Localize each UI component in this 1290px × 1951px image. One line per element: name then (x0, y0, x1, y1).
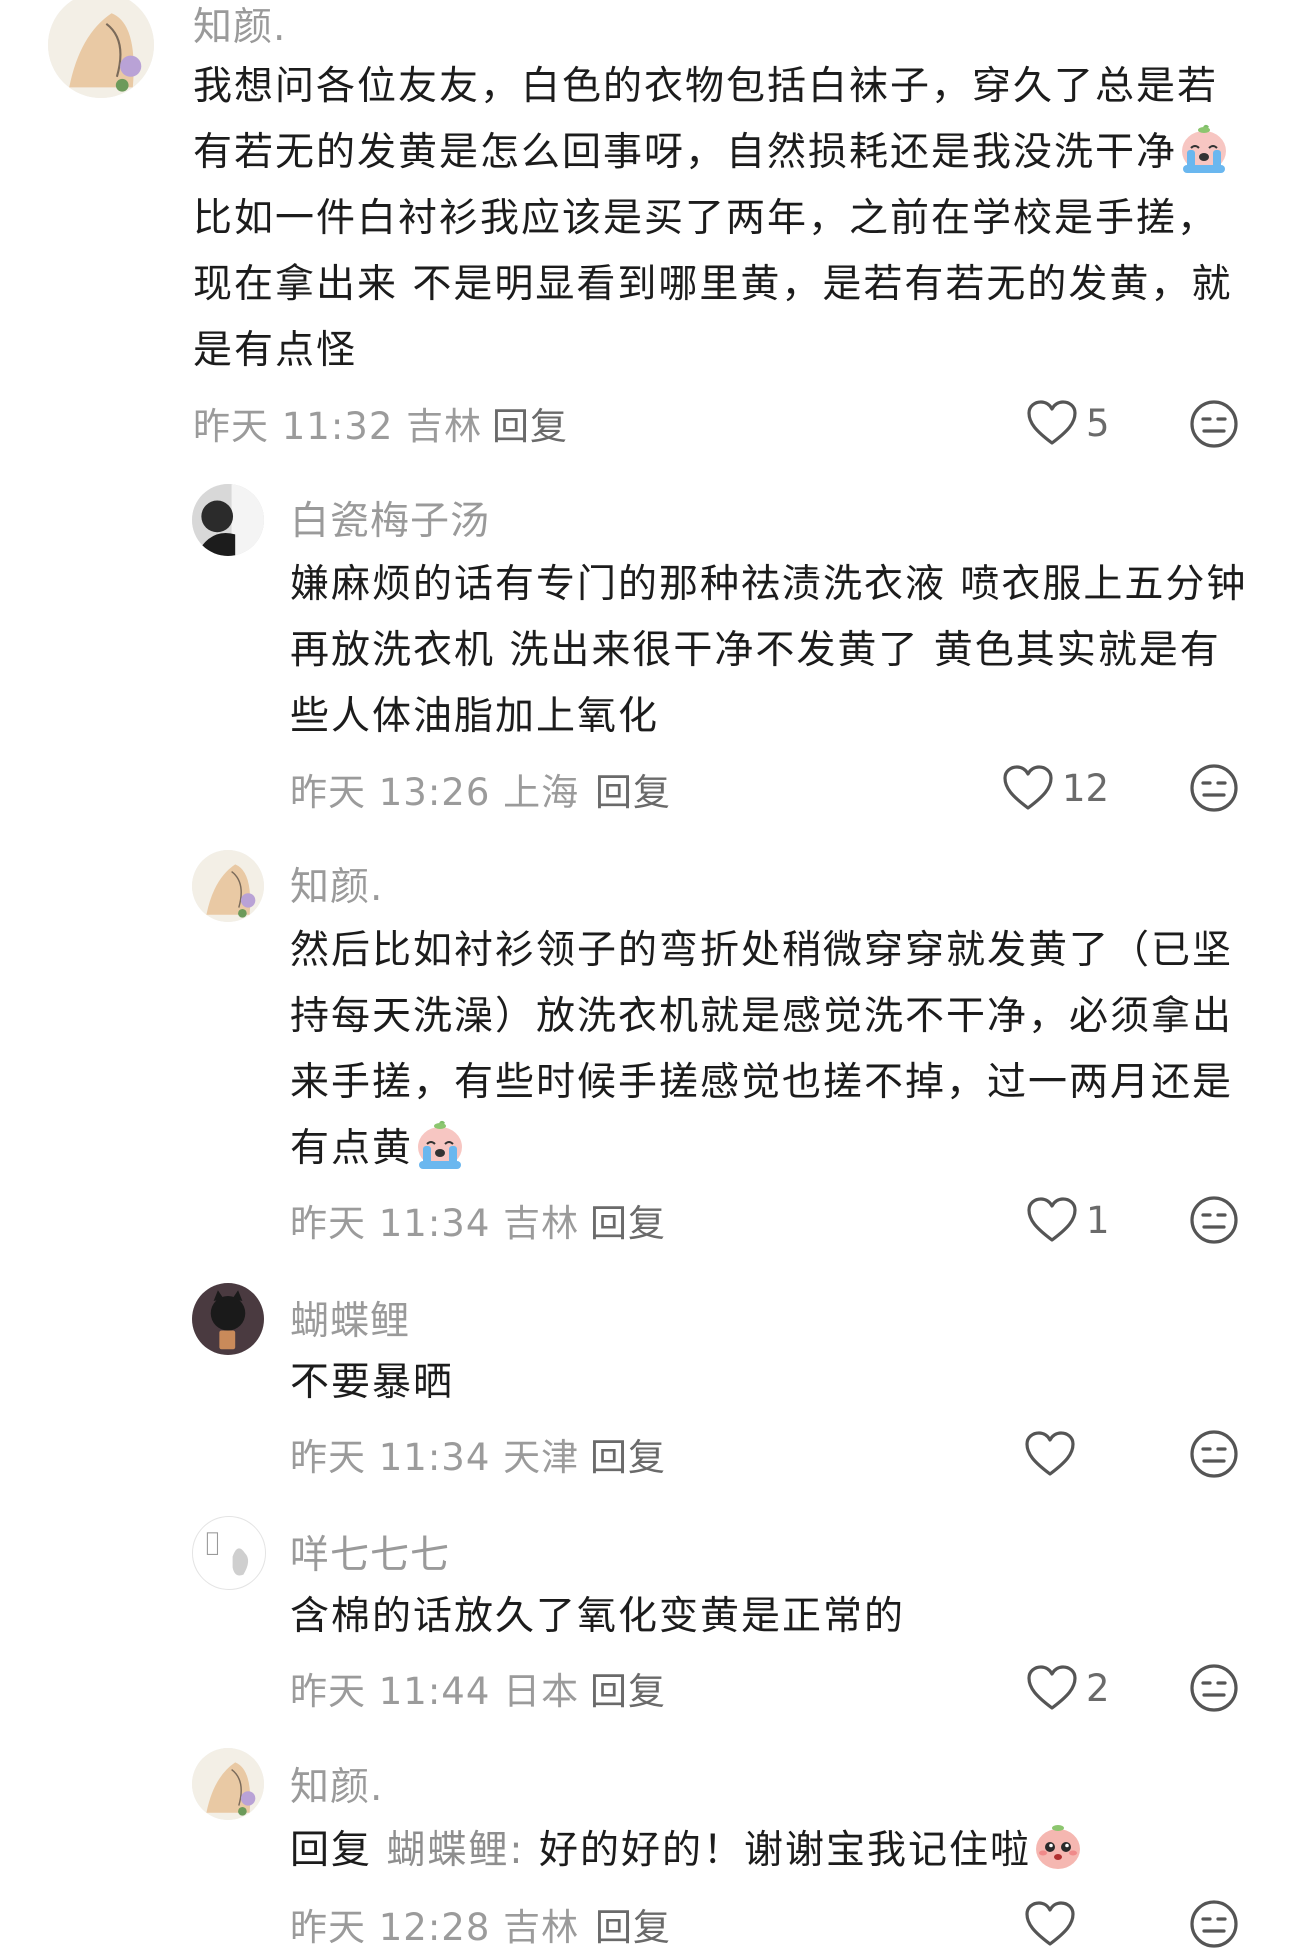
location: 天津 (503, 1436, 580, 1479)
reply-button[interactable]: 回复 (590, 1661, 666, 1715)
avatar[interactable] (192, 1516, 266, 1590)
avatar[interactable] (192, 850, 264, 922)
location: 吉林 (503, 1202, 580, 1245)
like-button[interactable]: 2 (1026, 1664, 1110, 1712)
comment-meta: 昨天 11:34 天津 (290, 1427, 579, 1481)
heart-icon (1026, 1196, 1078, 1244)
timestamp: 昨天 11:44 (290, 1670, 491, 1713)
comment-text-part: 比如一件白衬衫我应该是买了两年，之前在学校是手搓，现在拿出来 不是明显看到哪里黄… (193, 196, 1233, 373)
avatar[interactable] (192, 484, 264, 556)
reply-button[interactable]: 回复 (590, 1427, 666, 1481)
crying-peach-emoji-icon (1177, 121, 1231, 175)
like-button[interactable]: 5 (1026, 399, 1110, 447)
dislike-button[interactable] (1188, 1194, 1240, 1246)
reply-button[interactable]: 回复 (590, 1193, 666, 1247)
pleading-peach-emoji-icon (1031, 1819, 1085, 1873)
dislike-button[interactable] (1188, 1662, 1240, 1714)
like-count: 5 (1086, 401, 1110, 445)
username[interactable]: 咩七七七 (290, 1524, 450, 1580)
comment-text: 不要暴晒 (290, 1360, 455, 1405)
meh-face-icon (1188, 1662, 1240, 1714)
heart-icon (1026, 1664, 1078, 1712)
comment-text-part: 好的好的！谢谢宝我记住啦 (538, 1828, 1031, 1873)
dislike-button[interactable] (1188, 398, 1240, 450)
location: 吉林 (406, 405, 483, 448)
comment-text: 我想问各位友友，白色的衣物包括白袜子，穿久了总是若有若无的发黄是怎么回事呀，自然… (193, 54, 1253, 384)
meh-face-icon (1188, 1898, 1240, 1950)
heart-icon (1024, 1430, 1076, 1478)
like-button[interactable]: 1 (1026, 1196, 1110, 1244)
location: 日本 (503, 1670, 580, 1713)
reply-to-username[interactable]: 蝴蝶鲤: (386, 1828, 524, 1873)
timestamp: 昨天 13:26 (290, 771, 491, 814)
comment-text: 回复 蝴蝶鲤: 好的好的！谢谢宝我记住啦 (290, 1818, 1250, 1884)
like-count: 12 (1062, 766, 1110, 810)
meh-face-icon (1188, 762, 1240, 814)
username[interactable]: 知颜. (290, 1756, 383, 1812)
avatar[interactable] (48, 0, 154, 98)
timestamp: 昨天 11:32 (193, 405, 394, 448)
comment-text-part: 我想问各位友友，白色的衣物包括白袜子，穿久了总是若有若无的发黄是怎么回事呀，自然… (193, 64, 1219, 175)
username[interactable]: 知颜. (193, 0, 286, 52)
reply-button[interactable]: 回复 (595, 762, 671, 816)
dislike-button[interactable] (1188, 1898, 1240, 1950)
heart-icon (1002, 764, 1054, 812)
reply-prefix: 回复 (290, 1828, 373, 1873)
dislike-button[interactable] (1188, 762, 1240, 814)
timestamp: 昨天 11:34 (290, 1202, 491, 1245)
username[interactable]: 蝴蝶鲤 (290, 1290, 410, 1346)
timestamp: 昨天 11:34 (290, 1436, 491, 1479)
meh-face-icon (1188, 1428, 1240, 1480)
dislike-button[interactable] (1188, 1428, 1240, 1480)
heart-icon (1024, 1900, 1076, 1948)
crying-peach-emoji-icon (413, 1117, 467, 1171)
like-button[interactable] (1024, 1430, 1084, 1478)
like-button[interactable] (1024, 1900, 1076, 1948)
like-count: 2 (1086, 1666, 1110, 1710)
avatar[interactable] (192, 1748, 264, 1820)
location: 上海 (503, 771, 580, 814)
comment-meta: 昨天 11:34 吉林 (290, 1193, 579, 1247)
reply-button[interactable]: 回复 (492, 396, 568, 450)
username[interactable]: 知颜. (290, 856, 383, 912)
heart-icon (1026, 399, 1078, 447)
comment-text: 含棉的话放久了氧化变黄是正常的 (290, 1594, 906, 1639)
comment-text: 嫌麻烦的话有专门的那种祛渍洗衣液 喷衣服上五分钟再放洗衣机 洗出来很干净不发黄了… (290, 562, 1248, 739)
username[interactable]: 白瓷梅子汤 (290, 490, 490, 546)
comment-meta: 昨天 13:26 上海 (290, 762, 579, 816)
like-button[interactable]: 12 (1002, 764, 1109, 812)
comment-meta: 昨天 11:32 吉林 (193, 396, 482, 450)
comment-text: 然后比如衬衫领子的弯折处稍微穿穿就发黄了（已坚持每天洗澡）放洗衣机就是感觉洗不干… (290, 918, 1250, 1182)
comment-meta: 昨天 11:44 日本 (290, 1661, 579, 1715)
meh-face-icon (1188, 1194, 1240, 1246)
meh-face-icon (1188, 398, 1240, 450)
avatar[interactable] (192, 1283, 264, 1355)
like-count: 1 (1086, 1198, 1110, 1242)
